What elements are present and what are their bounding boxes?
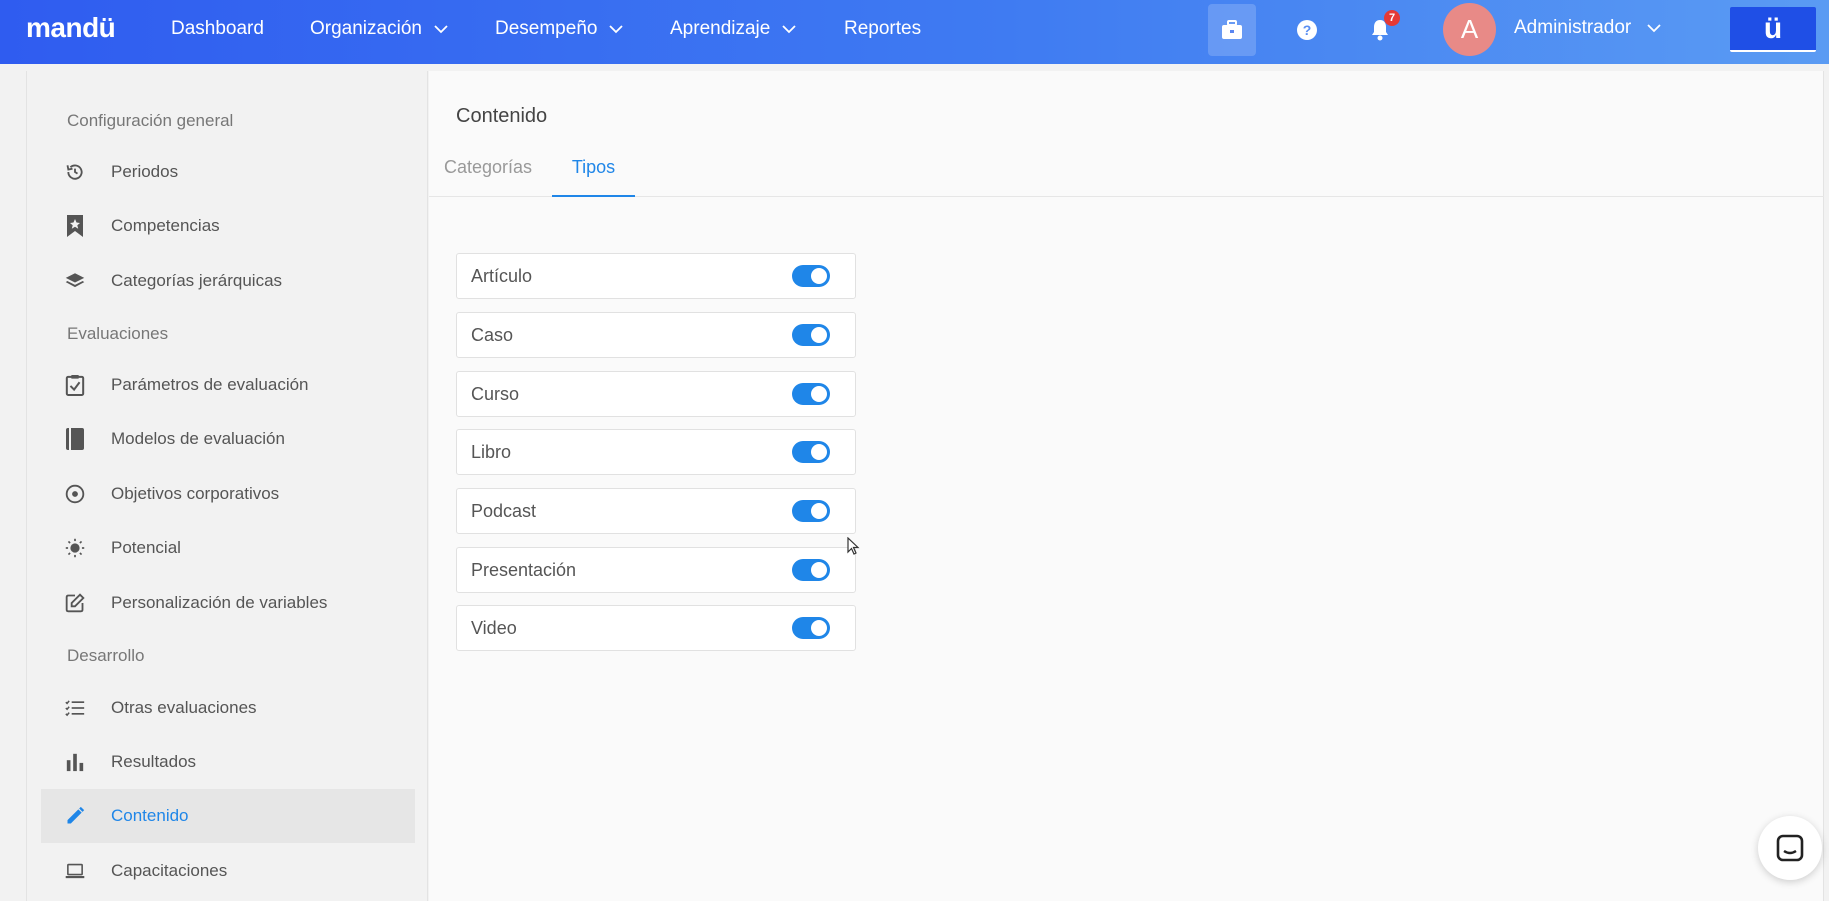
- tab-bar: Categorías Tipos: [429, 149, 1824, 197]
- type-row-video: Video: [456, 605, 856, 651]
- sidebar-item-contenido[interactable]: Contenido: [41, 789, 415, 843]
- nav-aprendizaje[interactable]: Aprendizaje: [670, 18, 798, 40]
- nav-desempeno-label: Desempeño: [495, 18, 598, 39]
- sidebar-item-modelos[interactable]: Modelos de evaluación: [41, 412, 415, 466]
- sidebar-item-label: Periodos: [111, 162, 179, 181]
- sidebar-item-label: Potencial: [111, 538, 181, 557]
- chevron-down-icon: [782, 25, 796, 34]
- type-row-caso: Caso: [456, 312, 856, 358]
- nav-reportes-label: Reportes: [844, 18, 922, 39]
- checklist-icon: [41, 698, 85, 718]
- sun-icon: [41, 535, 85, 561]
- type-label: Presentación: [471, 559, 577, 580]
- sidebar-item-periodos[interactable]: Periodos: [41, 145, 415, 199]
- type-row-podcast: Podcast: [456, 488, 856, 534]
- sidebar-item-parametros[interactable]: Parámetros de evaluación: [41, 358, 415, 412]
- chevron-down-icon: [434, 25, 448, 34]
- nav-organizacion[interactable]: Organización: [310, 18, 450, 40]
- type-toggle[interactable]: [792, 324, 830, 346]
- sidebar-item-label: Capacitaciones: [111, 861, 228, 880]
- question-circle-icon: ?: [1297, 20, 1317, 40]
- type-toggle[interactable]: [792, 500, 830, 522]
- notifications-button[interactable]: 7: [1356, 4, 1404, 56]
- type-label: Podcast: [471, 500, 537, 521]
- sidebar-item-label: Categorías jerárquicas: [111, 271, 283, 290]
- book-icon: [41, 427, 85, 451]
- sidebar-item-label: Modelos de evaluación: [111, 429, 285, 448]
- mouse-cursor-icon: [847, 537, 860, 555]
- chat-launcher-button[interactable]: [1758, 816, 1822, 880]
- sidebar-item-label: Resultados: [111, 752, 197, 771]
- tab-categorias[interactable]: Categorías: [444, 157, 532, 197]
- pencil-icon: [41, 804, 85, 828]
- nav-aprendizaje-label: Aprendizaje: [670, 18, 771, 39]
- layers-icon: [41, 270, 85, 292]
- section-configuracion-general: Configuración general: [67, 111, 234, 130]
- tab-tipos[interactable]: Tipos: [552, 157, 635, 197]
- type-toggle[interactable]: [792, 617, 830, 639]
- type-label: Video: [471, 617, 517, 638]
- nav-dashboard[interactable]: Dashboard: [171, 18, 264, 40]
- type-toggle[interactable]: [792, 383, 830, 405]
- top-navbar: mandü Dashboard Organización Desempeño A…: [0, 0, 1829, 64]
- user-name-label: Administrador: [1514, 17, 1632, 38]
- type-row-presentacion: Presentación: [456, 547, 856, 593]
- bar-chart-icon: [41, 751, 85, 773]
- nav-dashboard-label: Dashboard: [171, 18, 264, 39]
- history-icon: [41, 160, 85, 184]
- type-row-articulo: Artículo: [456, 253, 856, 299]
- svg-text:?: ?: [1303, 22, 1312, 38]
- sidebar-item-otras-evaluaciones[interactable]: Otras evaluaciones: [41, 681, 415, 735]
- page-title: Contenido: [456, 105, 548, 127]
- sidebar-item-label: Otras evaluaciones: [111, 698, 257, 717]
- section-evaluaciones: Evaluaciones: [67, 324, 169, 343]
- type-toggle[interactable]: [792, 441, 830, 463]
- type-toggle[interactable]: [792, 559, 830, 581]
- sidebar-item-capacitaciones[interactable]: Capacitaciones: [41, 844, 415, 898]
- section-desarrollo: Desarrollo: [67, 646, 145, 665]
- content-panel: Contenido Categorías Tipos Artículo Caso…: [429, 71, 1824, 901]
- sidebar-item-label: Personalización de variables: [111, 593, 328, 612]
- type-label: Caso: [471, 324, 514, 345]
- chevron-down-icon: [1647, 24, 1661, 33]
- sidebar-item-objetivos[interactable]: Objetivos corporativos: [41, 467, 415, 521]
- nav-desempeno[interactable]: Desempeño: [495, 18, 625, 40]
- chat-icon: [1776, 834, 1804, 862]
- sidebar-item-label: Contenido: [111, 806, 189, 825]
- type-row-curso: Curso: [456, 371, 856, 417]
- sidebar-item-resultados[interactable]: Resultados: [41, 735, 415, 789]
- settings-sidebar: Configuración general Periodos Competenc…: [26, 71, 428, 901]
- type-row-libro: Libro: [456, 429, 856, 475]
- nav-organizacion-label: Organización: [310, 18, 422, 39]
- clipboard-check-icon: [41, 373, 85, 397]
- sidebar-item-personalizacion[interactable]: Personalización de variables: [41, 576, 415, 630]
- avatar[interactable]: A: [1443, 3, 1496, 56]
- brand-button[interactable]: ü: [1730, 7, 1816, 52]
- sidebar-item-potencial[interactable]: Potencial: [41, 521, 415, 575]
- notification-badge: 7: [1384, 10, 1400, 26]
- type-label: Artículo: [471, 265, 533, 286]
- nav-reportes[interactable]: Reportes: [844, 18, 921, 40]
- laptop-icon: [41, 860, 85, 882]
- type-toggle[interactable]: [792, 265, 830, 287]
- sidebar-item-competencias[interactable]: Competencias: [41, 199, 415, 253]
- sidebar-item-categorias-jerarquicas[interactable]: Categorías jerárquicas: [41, 254, 415, 308]
- edit-square-icon: [41, 591, 85, 615]
- briefcase-icon: [1222, 20, 1242, 39]
- user-menu[interactable]: Administrador: [1514, 17, 1663, 39]
- sidebar-item-label: Parámetros de evaluación: [111, 375, 309, 394]
- type-label: Curso: [471, 383, 520, 404]
- briefcase-button[interactable]: [1208, 4, 1256, 56]
- bookmark-star-icon: [41, 214, 85, 238]
- help-button[interactable]: ?: [1283, 4, 1331, 56]
- target-icon: [41, 482, 85, 506]
- sidebar-item-label: Competencias: [111, 216, 220, 235]
- logo[interactable]: mandü: [26, 12, 116, 44]
- chevron-down-icon: [609, 25, 624, 34]
- sidebar-item-label: Objetivos corporativos: [111, 484, 280, 503]
- type-label: Libro: [471, 441, 512, 462]
